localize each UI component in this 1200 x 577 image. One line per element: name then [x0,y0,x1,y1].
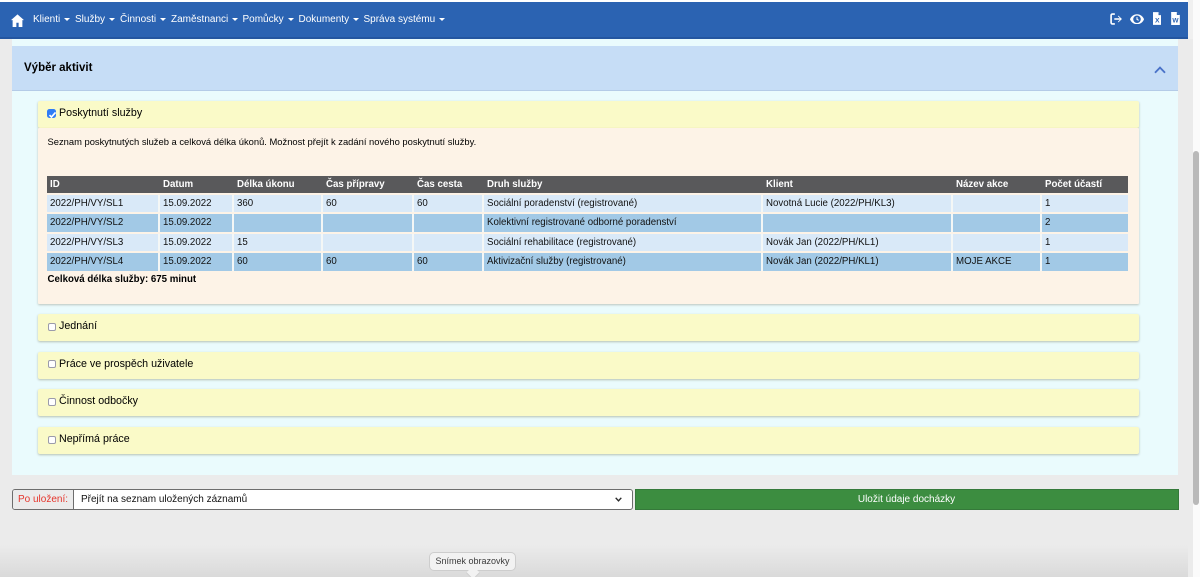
svg-text:X: X [1154,17,1159,24]
svg-text:W: W [1172,17,1179,24]
